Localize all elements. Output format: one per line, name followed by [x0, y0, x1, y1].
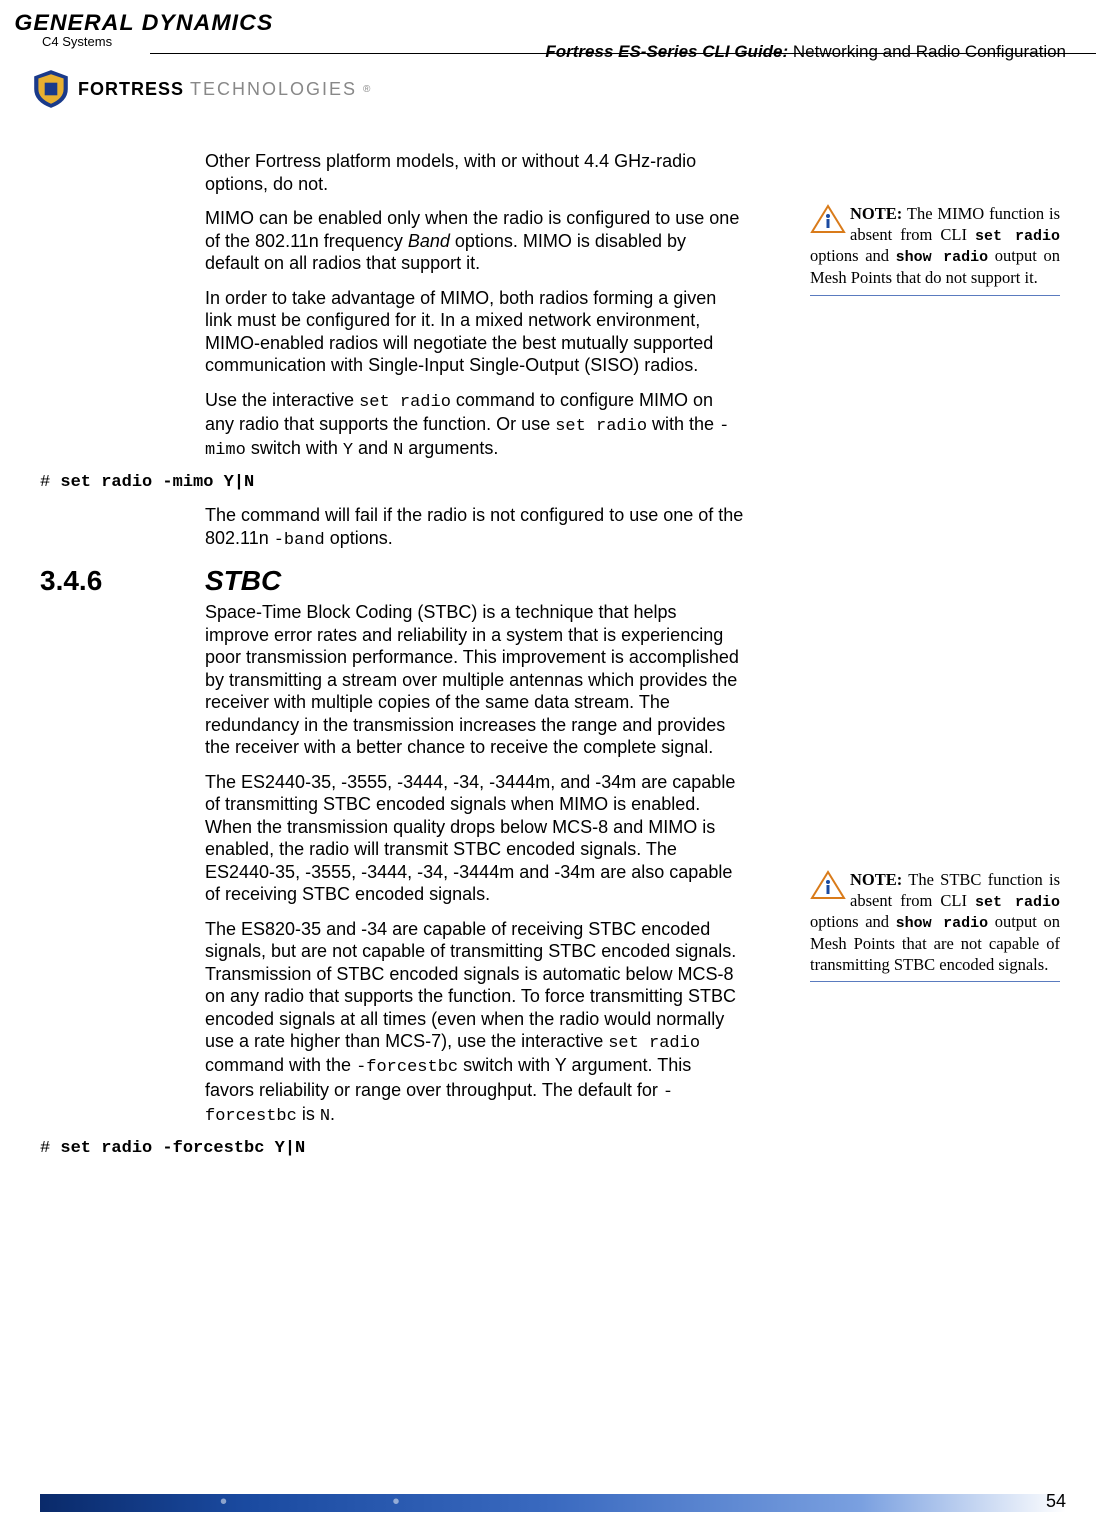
note-rule: [810, 295, 1060, 296]
section-header: 3.4.6 STBC: [40, 565, 1060, 597]
paragraph-6: Space-Time Block Coding (STBC) is a tech…: [205, 601, 745, 759]
note-label: NOTE:: [850, 870, 902, 889]
prompt: #: [40, 473, 60, 492]
info-triangle-icon: [810, 870, 846, 900]
fortress-logo-row: FORTRESS TECHNOLOGIES ®: [30, 68, 370, 110]
info-triangle-icon: [810, 204, 846, 234]
footer-bar: [40, 1494, 1066, 1512]
paragraph-7: The ES2440-35, -3555, -3444, -34, -3444m…: [205, 771, 745, 906]
guide-title-bold: Fortress ES-Series CLI Guide:: [545, 42, 788, 61]
note-box-2: NOTE: The STBC function is absent from C…: [810, 870, 1060, 982]
paragraph-1: Other Fortress platform models, with or …: [205, 150, 745, 195]
gd-logo-text: GENERAL DYNAMICS: [14, 10, 1091, 36]
guide-title: Fortress ES-Series CLI Guide: Networking…: [545, 42, 1066, 62]
registered-mark: ®: [363, 84, 370, 95]
paragraph-3: In order to take advantage of MIMO, both…: [205, 287, 745, 377]
technologies-text: TECHNOLOGIES: [190, 79, 357, 100]
fortress-text: FORTRESS: [78, 79, 184, 100]
section-number: 3.4.6: [40, 565, 205, 597]
prompt: #: [40, 1139, 60, 1158]
section-title: STBC: [205, 565, 281, 597]
page-footer: • • 54: [40, 1494, 1066, 1512]
shield-icon: [30, 68, 72, 110]
page-number: 54: [1046, 1491, 1066, 1512]
note-rule: [810, 981, 1060, 982]
command-text: set radio -mimo Y|N: [60, 473, 254, 492]
note-label: NOTE:: [850, 204, 902, 223]
paragraph-5: The command will fail if the radio is no…: [205, 504, 745, 551]
footer-dots: • •: [220, 1491, 480, 1514]
command-text: set radio -forcestbc Y|N: [60, 1139, 305, 1158]
paragraph-8: The ES820-35 and -34 are capable of rece…: [205, 918, 745, 1128]
command-line-1: # set radio -mimo Y|N: [40, 473, 1060, 492]
page-content: Other Fortress platform models, with or …: [40, 150, 1060, 1170]
command-line-2: # set radio -forcestbc Y|N: [40, 1139, 1060, 1158]
guide-title-rest: Networking and Radio Configuration: [788, 42, 1066, 61]
page-header: GENERAL DYNAMICS C4 Systems Fortress ES-…: [0, 0, 1096, 110]
paragraph-4: Use the interactive set radio command to…: [205, 389, 745, 462]
paragraph-2: MIMO can be enabled only when the radio …: [205, 207, 745, 275]
note-box-1: NOTE: The MIMO function is absent from C…: [810, 204, 1060, 296]
